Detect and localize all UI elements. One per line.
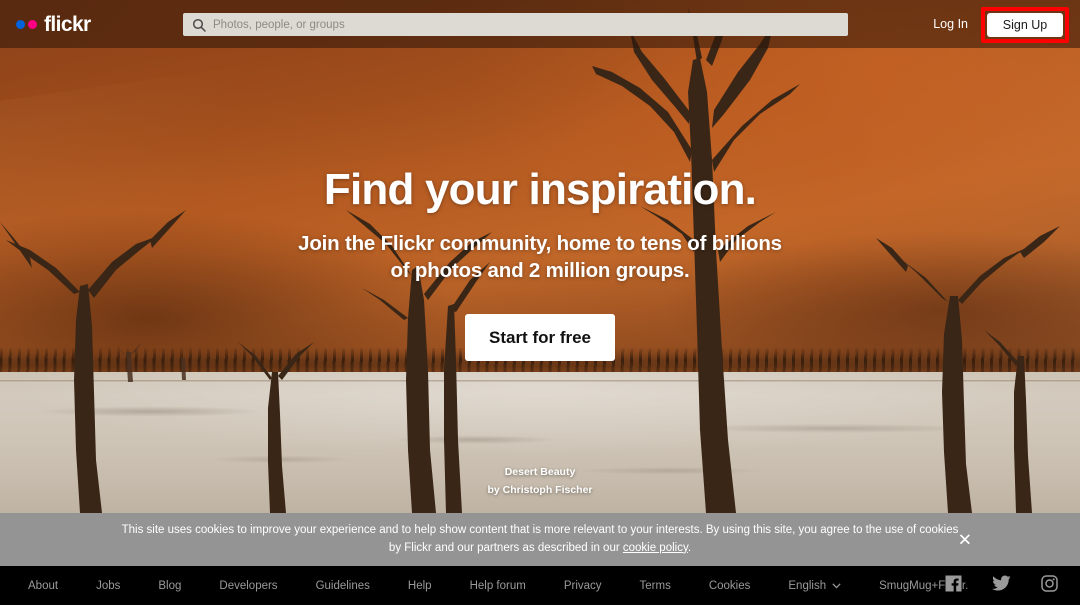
cookie-policy-link[interactable]: cookie policy <box>623 542 688 554</box>
flickr-logo[interactable]: flickr <box>16 14 91 35</box>
footer-link-guidelines[interactable]: Guidelines <box>316 580 370 592</box>
signup-button[interactable]: Sign Up <box>987 13 1063 37</box>
footer-link-developers[interactable]: Developers <box>219 580 277 592</box>
login-link[interactable]: Log In <box>933 17 968 31</box>
cookie-banner-text: This site uses cookies to improve your e… <box>120 522 960 558</box>
footer-social-icons <box>945 574 1058 597</box>
language-selector[interactable]: English <box>788 580 841 592</box>
dead-tree-silhouettes <box>0 0 1080 513</box>
footer-link-about[interactable]: About <box>28 580 58 592</box>
footer-link-help[interactable]: Help <box>408 580 432 592</box>
dot-pink-icon <box>28 19 37 29</box>
hero-background-photo <box>0 0 1080 513</box>
chevron-down-icon <box>832 580 841 592</box>
photo-credit: Desert Beauty by Christoph Fischer <box>0 466 1080 496</box>
cookie-text-after: . <box>687 541 692 554</box>
search-icon <box>192 18 206 32</box>
footer-link-jobs[interactable]: Jobs <box>96 580 120 592</box>
photo-credit-title: Desert Beauty <box>504 466 576 478</box>
flickr-landing-page: flickr Log In Sign Up Find your inspirat… <box>0 0 1080 605</box>
search-input[interactable] <box>213 14 773 35</box>
site-header: flickr Log In Sign Up <box>0 0 1080 48</box>
logo-wordmark: flickr <box>44 12 91 36</box>
close-icon[interactable]: ✕ <box>958 531 972 548</box>
dot-blue-icon <box>16 19 25 29</box>
instagram-icon[interactable] <box>1041 574 1058 597</box>
twitter-icon[interactable] <box>992 575 1011 596</box>
cookie-text-before: This site uses cookies to improve your e… <box>121 523 959 554</box>
footer-link-terms[interactable]: Terms <box>640 580 671 592</box>
logo-dots <box>16 19 37 29</box>
cookie-consent-banner: This site uses cookies to improve your e… <box>0 513 1080 566</box>
site-footer: About Jobs Blog Developers Guidelines He… <box>0 566 1080 605</box>
photo-credit-author: by Christoph Fischer <box>487 484 593 496</box>
footer-link-help-forum[interactable]: Help forum <box>470 580 526 592</box>
footer-links: About Jobs Blog Developers Guidelines He… <box>28 580 1006 592</box>
search-bar[interactable] <box>183 13 848 36</box>
language-selector-label: English <box>788 579 827 592</box>
start-for-free-button[interactable]: Start for free <box>465 314 615 362</box>
facebook-icon[interactable] <box>945 575 962 597</box>
footer-link-privacy[interactable]: Privacy <box>564 580 602 592</box>
footer-link-blog[interactable]: Blog <box>158 580 181 592</box>
footer-link-cookies[interactable]: Cookies <box>709 580 751 592</box>
